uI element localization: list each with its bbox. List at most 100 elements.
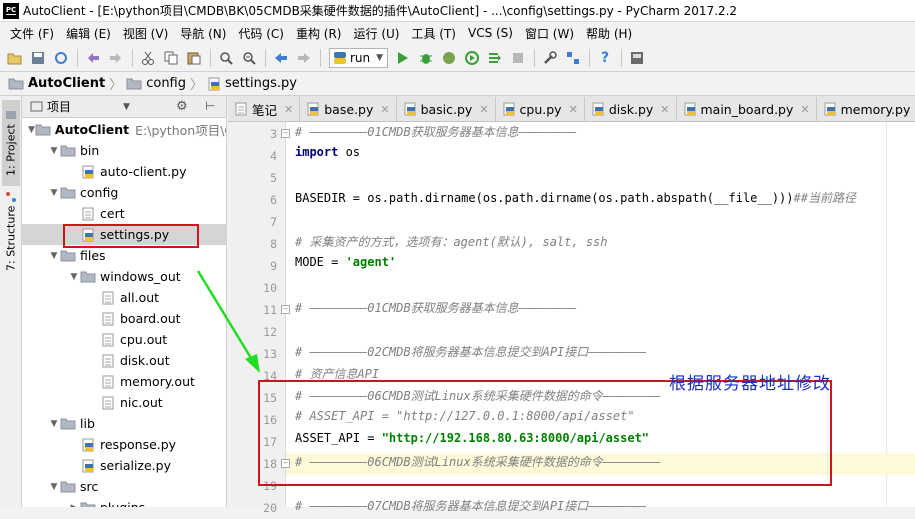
project-structure-icon[interactable] [562, 47, 584, 69]
replace-icon[interactable] [238, 47, 260, 69]
python-file-icon [591, 102, 605, 116]
python-file-icon [403, 102, 417, 116]
copy-icon[interactable] [160, 47, 182, 69]
close-icon[interactable]: ✕ [800, 103, 809, 116]
chevron-down-icon[interactable]: ▼ [48, 251, 60, 261]
close-icon[interactable]: ✕ [569, 103, 578, 116]
chevron-right-icon[interactable]: ▶ [68, 503, 80, 508]
pycharm-logo-icon: PC [3, 2, 19, 19]
editor-tab[interactable]: memory.py✕ [816, 97, 915, 121]
file-icon [100, 333, 116, 347]
project-view-icon [30, 101, 43, 112]
chevron-down-icon[interactable]: ▼ [48, 482, 60, 492]
tree-folder[interactable]: ▼ config [22, 182, 226, 203]
editor-tab[interactable]: disk.py ✕ [584, 97, 677, 121]
close-icon[interactable]: ✕ [380, 103, 389, 116]
run-concurrency-icon[interactable] [484, 47, 506, 69]
editor-tab-label: disk.py [608, 101, 654, 117]
close-icon[interactable]: ✕ [479, 103, 488, 116]
chevron-down-icon[interactable]: ▼ [68, 272, 80, 282]
paste-icon[interactable] [183, 47, 205, 69]
tree-file[interactable]: response.py [22, 434, 226, 455]
tree-file[interactable]: auto-client.py [22, 161, 226, 182]
editor-tab-label: memory.py [840, 101, 911, 117]
menu-item[interactable]: 重构 (R) [290, 25, 348, 42]
menu-item[interactable]: 工具 (T) [405, 25, 462, 42]
stop-icon[interactable] [507, 47, 529, 69]
editor-tab[interactable]: 笔记 ✕ [228, 97, 301, 121]
editor-tab[interactable]: base.py ✕ [300, 97, 397, 121]
redo-icon[interactable] [105, 47, 127, 69]
tree-item-label: windows_out [100, 269, 181, 284]
line-number: 9 [270, 259, 277, 273]
tab-project[interactable]: 1: Project [2, 100, 20, 186]
menu-item[interactable]: 窗口 (W) [519, 25, 580, 42]
line-number: 3 [270, 127, 277, 141]
chevron-down-icon: ▼ [376, 52, 384, 63]
debug-icon[interactable] [415, 47, 437, 69]
folder-icon [80, 270, 96, 284]
tab-structure[interactable]: 7: Structure [2, 188, 20, 274]
editor-tab[interactable]: basic.py ✕ [396, 97, 496, 121]
undo-icon[interactable] [82, 47, 104, 69]
tree-item-label: config [80, 185, 119, 200]
fold-marker-icon[interactable]: − [281, 305, 290, 314]
back-icon[interactable] [270, 47, 292, 69]
find-icon[interactable] [215, 47, 237, 69]
tree-item-label: all.out [120, 290, 160, 305]
menu-item[interactable]: 代码 (C) [232, 25, 290, 42]
cut-icon[interactable] [137, 47, 159, 69]
profile-icon[interactable] [461, 47, 483, 69]
gear-icon[interactable]: ⚙ [176, 99, 188, 114]
tree-folder[interactable]: ▼ AutoClient E:\python项目\C [22, 119, 226, 140]
python-console-icon[interactable] [626, 47, 648, 69]
folder-icon [60, 144, 76, 158]
project-view-label[interactable]: 项目 [47, 98, 71, 115]
fold-marker-icon[interactable]: − [281, 129, 290, 138]
menu-item[interactable]: 编辑 (E) [60, 25, 117, 42]
tree-folder[interactable]: ▼ src [22, 476, 226, 497]
chevron-down-icon[interactable]: ▼ [123, 102, 130, 112]
code-token: ##当前路径 [793, 191, 856, 205]
editor-tab[interactable]: main_board.py ✕ [676, 97, 817, 121]
settings-wrench-icon[interactable] [539, 47, 561, 69]
chevron-down-icon[interactable]: ▼ [48, 188, 60, 198]
chevron-down-icon[interactable]: ▼ [48, 419, 60, 429]
run-configuration-select[interactable]: run ▼ [329, 47, 389, 68]
line-number: 20 [263, 501, 277, 515]
chevron-down-icon[interactable]: ▼ [48, 146, 60, 156]
folder-icon [60, 249, 76, 263]
toolbar-separator [320, 48, 321, 67]
save-all-icon[interactable] [27, 47, 49, 69]
sync-icon[interactable] [50, 47, 72, 69]
chevron-down-icon[interactable]: ▼ [28, 125, 35, 135]
close-icon[interactable]: ✕ [284, 103, 293, 116]
hide-panel-icon[interactable]: ⊢ [205, 99, 215, 113]
breadcrumb-file[interactable]: settings.py [207, 76, 297, 91]
menu-item[interactable]: 帮助 (H) [580, 25, 638, 42]
tree-folder[interactable]: ▼ lib [22, 413, 226, 434]
run-icon[interactable] [392, 47, 414, 69]
menu-item[interactable]: 运行 (U) [348, 25, 406, 42]
folder-icon [60, 480, 76, 494]
tree-item-label: serialize.py [100, 458, 171, 473]
menu-item[interactable]: 视图 (V) [117, 25, 174, 42]
run-coverage-icon[interactable] [438, 47, 460, 69]
editor-tab[interactable]: cpu.py ✕ [495, 97, 585, 121]
tree-file[interactable]: cert [22, 203, 226, 224]
menu-item[interactable]: VCS (S) [462, 26, 519, 40]
breadcrumb-project[interactable]: AutoClient [8, 76, 105, 91]
tree-file[interactable]: serialize.py [22, 455, 226, 476]
close-icon[interactable]: ✕ [660, 103, 669, 116]
tree-folder[interactable]: ▼ bin [22, 140, 226, 161]
tree-file[interactable]: nic.out [22, 392, 226, 413]
open-folder-icon[interactable] [4, 47, 26, 69]
menu-item[interactable]: 导航 (N) [174, 25, 232, 42]
menu-item[interactable]: 文件 (F) [4, 25, 60, 42]
help-icon[interactable]: ? [594, 47, 616, 69]
tree-item-label: bin [80, 143, 100, 158]
tree-folder[interactable]: ▶ plugins [22, 497, 226, 508]
tree-folder[interactable]: ▼ files [22, 245, 226, 266]
breadcrumb-config[interactable]: config [126, 76, 186, 91]
forward-icon[interactable] [293, 47, 315, 69]
